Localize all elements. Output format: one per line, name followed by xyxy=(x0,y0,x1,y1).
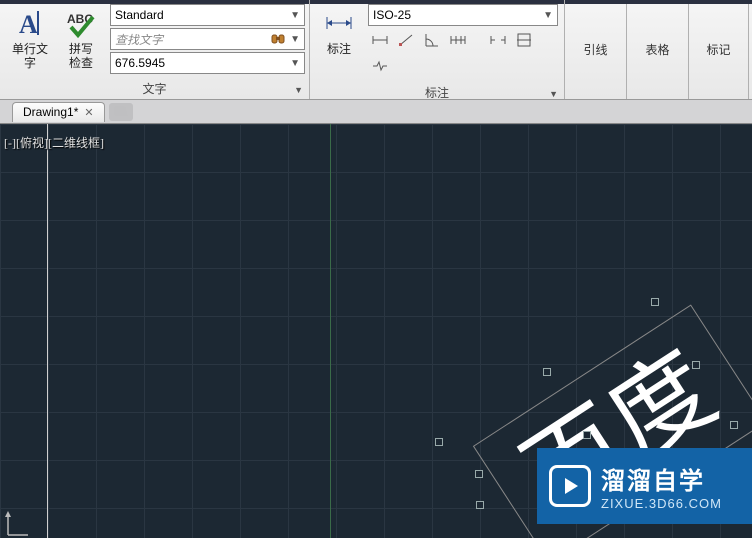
dim-style-value: ISO-25 xyxy=(373,8,539,22)
single-line-text-label: 单行文字 xyxy=(10,42,50,70)
dim-continue-tool[interactable] xyxy=(446,28,470,52)
play-icon xyxy=(549,465,591,507)
grip[interactable] xyxy=(651,298,659,306)
leader-panel-tab[interactable]: 引线 xyxy=(565,0,627,99)
dim-linear-tool[interactable] xyxy=(368,28,392,52)
dim-angular-tool[interactable] xyxy=(420,28,444,52)
crosshair-line xyxy=(47,124,48,538)
chevron-down-icon: ▼ xyxy=(286,10,300,21)
text-style-combo[interactable]: Standard ▼ xyxy=(110,4,305,26)
plus-tab-icon xyxy=(114,106,128,118)
table-panel-tab[interactable]: 表格 xyxy=(627,0,689,99)
chevron-down-icon: ▼ xyxy=(286,58,300,69)
dim-break-tool[interactable] xyxy=(486,28,510,52)
single-line-text-button[interactable]: A 单行文字 xyxy=(4,4,56,72)
panel-expand-icon[interactable]: ▼ xyxy=(549,89,558,99)
ribbon-group-dimension: 标注 ISO-25 ▼ 标注 xyxy=(310,0,565,99)
grip[interactable] xyxy=(435,438,443,446)
dim-separator xyxy=(472,28,484,52)
svg-text:A: A xyxy=(19,10,38,39)
spell-check-label: 拼写 检查 xyxy=(69,42,93,70)
dim-aligned-tool[interactable] xyxy=(394,28,418,52)
ucs-icon[interactable] xyxy=(4,509,34,538)
chevron-down-icon: ▼ xyxy=(286,34,300,45)
grip[interactable] xyxy=(476,501,484,509)
dim-tools-row xyxy=(368,28,558,78)
document-tab-active[interactable]: Drawing1* ✕ xyxy=(12,102,105,122)
dimension-icon xyxy=(322,6,356,40)
watermark-url: ZIXUE.3D66.COM xyxy=(601,496,722,511)
dimension-label: 标注 xyxy=(327,42,351,56)
dim-jogged-tool[interactable] xyxy=(368,54,392,78)
ribbon-end-tabs: 引线 表格 标记 xyxy=(565,0,752,99)
find-go-button[interactable] xyxy=(270,31,286,47)
watermark-badge: 溜溜自学 ZIXUE.3D66.COM xyxy=(537,448,752,524)
grip[interactable] xyxy=(475,470,483,478)
spell-check-icon: ABC xyxy=(64,6,98,40)
new-tab-button[interactable] xyxy=(109,103,133,121)
grip[interactable] xyxy=(583,431,591,439)
close-icon[interactable]: ✕ xyxy=(84,106,93,119)
find-text-input[interactable]: 查找文字 ▼ xyxy=(110,28,305,50)
chevron-down-icon: ▼ xyxy=(539,10,553,21)
grip[interactable] xyxy=(543,368,551,376)
text-height-combo[interactable]: 676.5945 ▼ xyxy=(110,52,305,74)
grip[interactable] xyxy=(730,421,738,429)
ribbon: A 单行文字 ABC 拼写 检查 Standard ▼ xyxy=(0,0,752,100)
panel-label-dimension: 标注 ▼ xyxy=(310,82,564,105)
panel-expand-icon[interactable]: ▼ xyxy=(294,85,303,95)
y-axis-line xyxy=(330,124,331,538)
find-placeholder: 查找文字 xyxy=(115,31,286,48)
panel-label-text: 文字 ▼ xyxy=(0,78,309,101)
dim-update-tool[interactable] xyxy=(512,28,536,52)
dimension-button[interactable]: 标注 xyxy=(314,4,364,58)
watermark-brand: 溜溜自学 xyxy=(601,461,722,496)
text-style-value: Standard xyxy=(115,8,286,22)
text-height-value: 676.5945 xyxy=(115,56,286,70)
grip[interactable] xyxy=(692,361,700,369)
ribbon-group-text: A 单行文字 ABC 拼写 检查 Standard ▼ xyxy=(0,0,310,99)
binoculars-icon xyxy=(271,32,285,46)
drawing-canvas[interactable]: [-][俯视][二维线框] 百度 溜溜自学 ZIXUE.3D66.COM xyxy=(0,124,752,538)
markup-panel-tab[interactable]: 标记 xyxy=(689,0,749,99)
dim-style-combo[interactable]: ISO-25 ▼ xyxy=(368,4,558,26)
viewport-label[interactable]: [-][俯视][二维线框] xyxy=(4,134,104,151)
text-a-icon: A xyxy=(13,6,47,40)
document-tab-label: Drawing1* xyxy=(23,105,78,119)
spell-check-button[interactable]: ABC 拼写 检查 xyxy=(56,4,106,72)
